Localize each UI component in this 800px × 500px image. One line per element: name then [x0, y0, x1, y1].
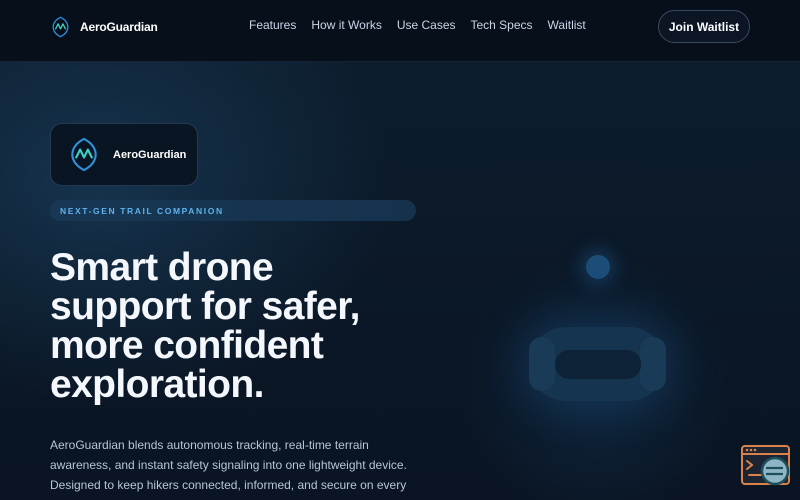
product-card-name: AeroGuardian [113, 148, 187, 161]
nav-link-tech-specs[interactable]: Tech Specs [471, 18, 533, 32]
main-nav: Features How it Works Use Cases Tech Spe… [249, 18, 586, 32]
eyebrow-badge: NEXT-GEN TRAIL COMPANION [50, 200, 416, 221]
aeroguardian-logo-icon [71, 137, 97, 172]
nav-link-how-it-works[interactable]: How it Works [311, 18, 381, 32]
hero-subtext: AeroGuardian blends autonomous tracking,… [50, 438, 407, 500]
top-nav: AeroGuardian Features How it Works Use C… [0, 0, 800, 62]
nav-link-waitlist[interactable]: Waitlist [548, 18, 586, 32]
hero-section: AeroGuardian NEXT-GEN TRAIL COMPANION Sm… [0, 62, 800, 500]
hero-headline: Smart drone support for safer, more conf… [50, 246, 361, 406]
device-indicator-light [586, 255, 610, 279]
product-card: AeroGuardian [50, 123, 198, 186]
drone-device-illustration [500, 242, 700, 422]
join-waitlist-button[interactable]: Join Waitlist [658, 10, 750, 43]
chat-widget-icon[interactable] [741, 444, 791, 488]
device-body [529, 327, 666, 401]
brand-name: AeroGuardian [80, 20, 158, 34]
device-screen [555, 350, 641, 379]
device-left-lobe [529, 337, 555, 391]
aeroguardian-logo-icon [52, 16, 69, 38]
nav-link-features[interactable]: Features [249, 18, 296, 32]
nav-link-use-cases[interactable]: Use Cases [397, 18, 456, 32]
brand[interactable]: AeroGuardian [52, 14, 158, 40]
device-right-lobe [640, 337, 666, 391]
